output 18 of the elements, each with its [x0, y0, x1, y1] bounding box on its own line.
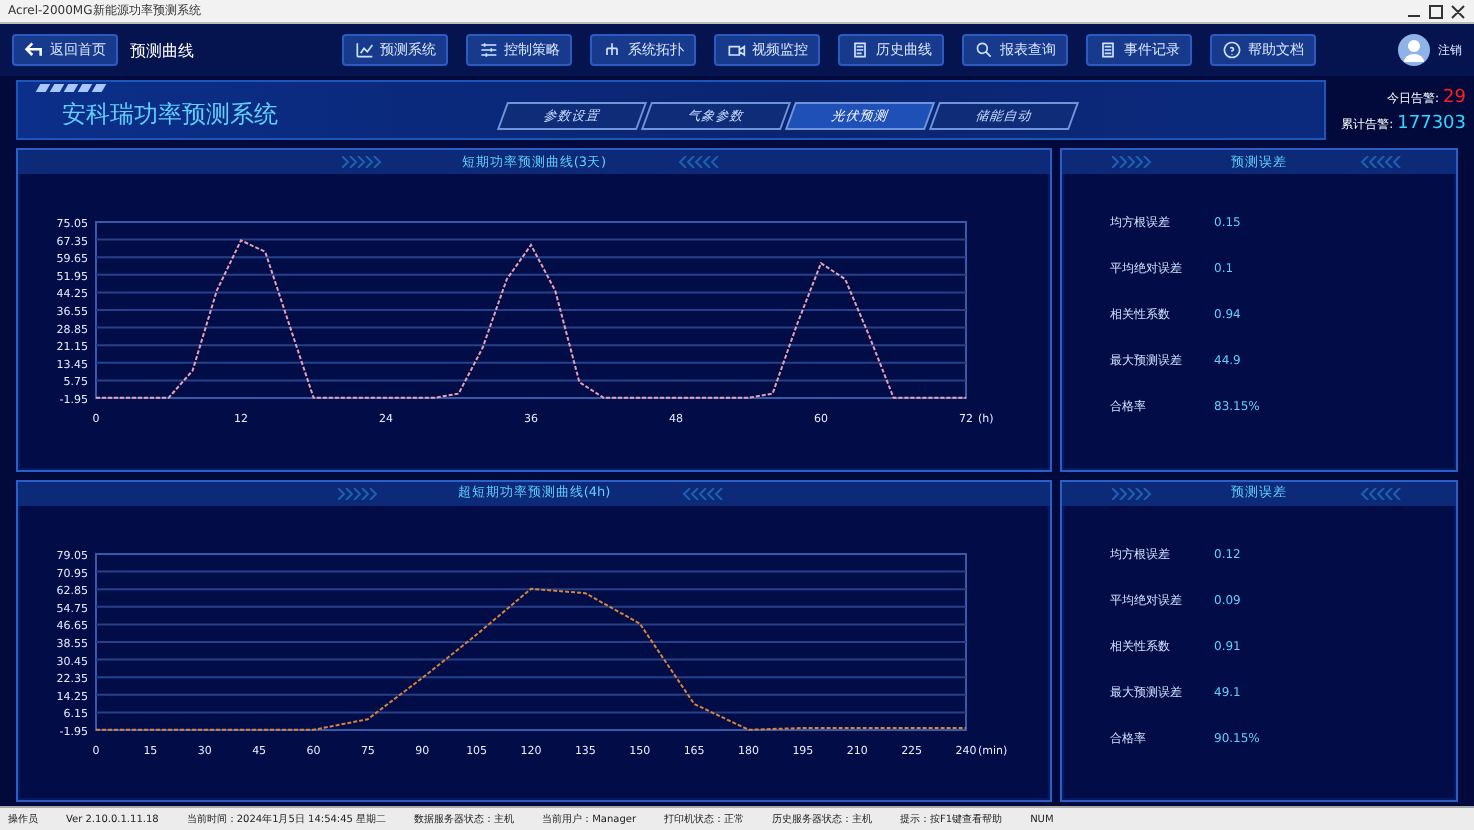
- sliders-icon: [478, 40, 498, 60]
- search-icon: [974, 40, 994, 60]
- help-icon: [1222, 40, 1242, 60]
- back-arrow-icon: [24, 40, 44, 60]
- window-controls-icon[interactable]: [1406, 3, 1466, 19]
- document-icon: [850, 40, 870, 60]
- chevrons-icon: [1359, 487, 1407, 499]
- alarm-count: 29: [1443, 87, 1466, 107]
- page-title: 预测曲线: [130, 39, 196, 61]
- hierarchy-icon: [602, 40, 622, 60]
- stripes-icon: [38, 84, 104, 92]
- camera-icon: [726, 40, 746, 60]
- list-icon: [1098, 40, 1118, 60]
- alarm-count: 177303: [1397, 113, 1466, 133]
- avatar-icon[interactable]: [1398, 34, 1430, 66]
- system-title: 安科瑞功率预测系统: [62, 97, 280, 131]
- chevrons-icon: [1359, 156, 1407, 168]
- chart-icon: [354, 40, 374, 60]
